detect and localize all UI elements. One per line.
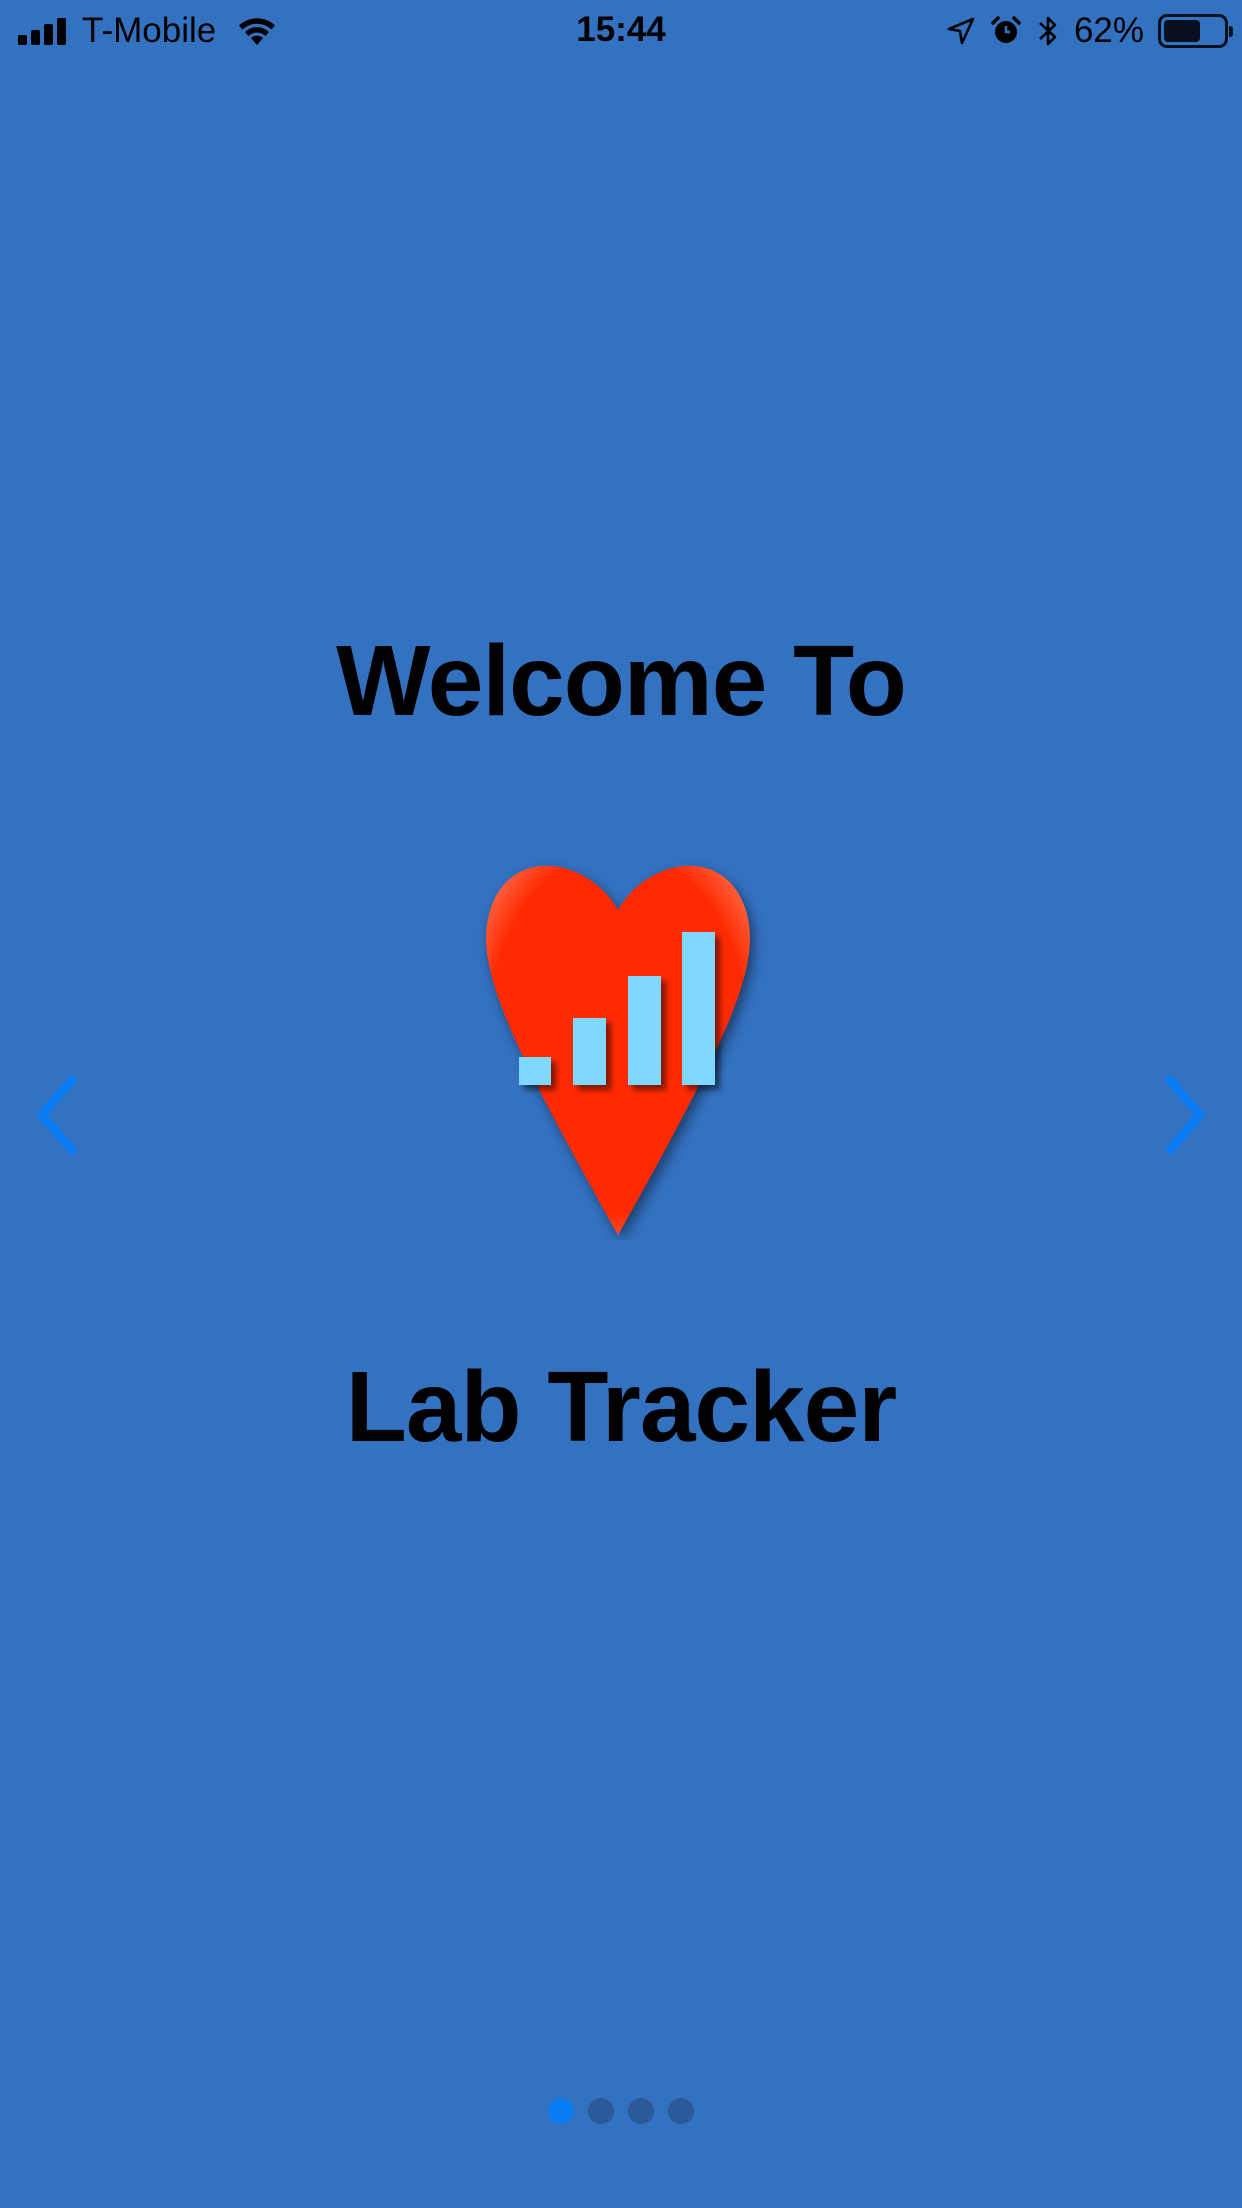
bluetooth-icon xyxy=(1039,16,1057,46)
onboarding-screen: T-Mobile 15:44 62% Welcome To Lab Tracke… xyxy=(0,0,1242,2208)
status-bar: T-Mobile 15:44 62% xyxy=(0,0,1242,62)
location-icon xyxy=(947,17,975,45)
chevron-right-icon[interactable] xyxy=(1154,1070,1214,1160)
status-bar-right: 62% xyxy=(932,10,1233,52)
alarm-icon xyxy=(991,16,1021,43)
chevron-left-icon[interactable] xyxy=(28,1070,88,1160)
page-dot-2[interactable] xyxy=(588,2098,614,2124)
battery-fill xyxy=(1164,20,1200,42)
heart-bar-chart-icon xyxy=(486,865,750,1235)
battery-percent: 62% xyxy=(1073,11,1144,50)
welcome-heading: Welcome To xyxy=(336,625,907,737)
battery-icon xyxy=(1158,14,1233,48)
page-dot-4[interactable] xyxy=(668,2098,694,2124)
page-control[interactable] xyxy=(0,2098,1242,2124)
page-dot-1[interactable] xyxy=(548,2098,574,2124)
app-name-heading: Lab Tracker xyxy=(345,1351,897,1463)
page-dot-3[interactable] xyxy=(628,2098,654,2124)
